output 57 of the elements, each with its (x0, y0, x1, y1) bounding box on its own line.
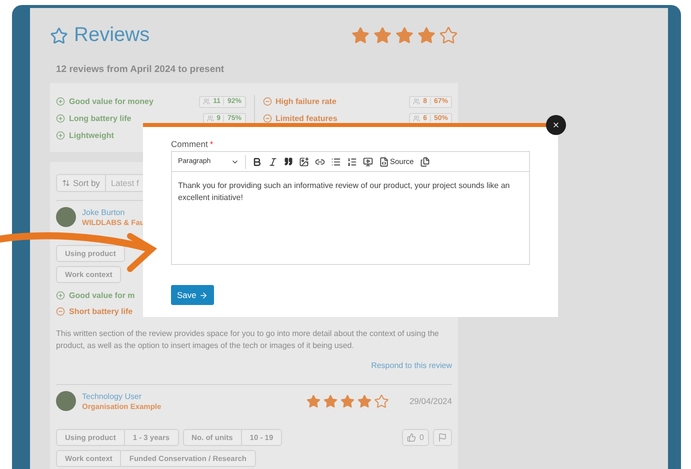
comment-label: Comment * (171, 139, 214, 149)
italic-icon[interactable] (268, 156, 278, 166)
flag-icon (438, 433, 447, 442)
users-icon (203, 98, 210, 105)
quote-icon[interactable] (284, 157, 293, 166)
minus-circle-icon (262, 114, 272, 123)
thumbs-up-icon (406, 433, 416, 442)
review-text: This written section of the review provides space for you to go into more detail about the context of using the product, as well as the option to insert images of the tech or images of it being used. (56, 328, 440, 352)
star-icon (373, 26, 392, 45)
star-icon (323, 394, 338, 408)
con-label: High failure rate (276, 97, 336, 106)
arrow-right-icon (199, 290, 208, 300)
pro-label: Good value for money (69, 97, 154, 106)
link-icon[interactable] (315, 156, 325, 166)
star-icon (351, 26, 370, 45)
review-date: 29/04/2024 (409, 396, 452, 406)
minus-circle-icon (262, 97, 272, 106)
pro-label: Good value for m (69, 291, 135, 300)
reviews-summary: 12 reviews from April 2024 to present (56, 64, 226, 75)
page-title: Reviews (74, 24, 150, 47)
reviewer-name: Technology User (82, 392, 143, 400)
star-icon (357, 394, 372, 408)
bold-icon[interactable] (252, 156, 262, 166)
con-label: Short battery life (69, 307, 133, 316)
users-icon (206, 115, 214, 122)
avatar (56, 391, 76, 411)
reviewer-name: Joke Burton (82, 208, 126, 216)
users-icon (413, 98, 420, 105)
sort-label: Sort by (57, 175, 106, 191)
plus-circle-icon (56, 291, 65, 300)
users-icon (413, 115, 420, 122)
star-icon (50, 26, 68, 44)
star-icon (374, 394, 390, 408)
close-icon (552, 121, 560, 129)
pro-label: Long battery life (69, 114, 132, 123)
star-icon (439, 26, 458, 45)
numbered-list-icon[interactable] (347, 156, 357, 166)
sort-value: Latest f (110, 177, 140, 190)
con-label: Limited features (276, 114, 338, 123)
star-icon (395, 26, 414, 45)
save-button[interactable]: Save (171, 285, 214, 305)
plus-circle-icon (56, 131, 65, 140)
sort-icon (62, 179, 70, 187)
source-icon (379, 156, 389, 166)
avatar (56, 207, 76, 227)
star-icon (306, 394, 322, 408)
like-button[interactable]: 0 (402, 429, 429, 446)
star-icon (417, 26, 436, 45)
pro-label: Lightweight (69, 131, 114, 140)
plus-circle-icon (56, 97, 65, 106)
insert-image-icon[interactable] (299, 156, 309, 166)
star-icon (340, 394, 356, 408)
media-icon[interactable] (363, 156, 373, 166)
plus-circle-icon (56, 114, 65, 123)
respond-link[interactable]: Respond to this review (371, 361, 452, 370)
minus-circle-icon (56, 307, 65, 316)
bulleted-list-icon[interactable] (331, 156, 341, 166)
